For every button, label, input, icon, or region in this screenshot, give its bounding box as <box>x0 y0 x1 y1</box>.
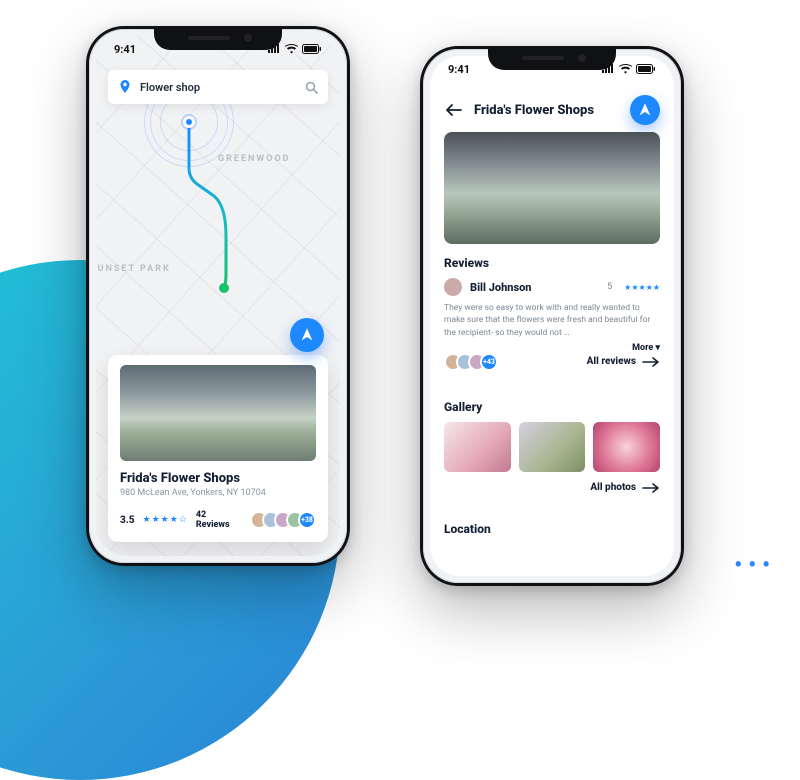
map-district-label: GREENWOOD <box>218 154 291 164</box>
place-card[interactable]: Frida's Flower Shops 980 McLean Ave, Yon… <box>108 355 328 542</box>
place-photo <box>120 365 316 461</box>
section-heading: Reviews <box>444 256 660 270</box>
carousel-indicator[interactable]: ••• <box>734 553 776 578</box>
place-title: Frida's Flower Shops <box>120 471 316 486</box>
star-rating-icon: ★★★★☆ <box>143 515 188 525</box>
avatar-more-badge[interactable]: +43 <box>480 353 498 371</box>
star-rating-icon: ★★★★★ <box>624 283 660 292</box>
gallery-section: Gallery All photos <box>444 400 660 493</box>
reviewer-avatars[interactable]: +43 <box>444 353 498 371</box>
reviews-section: Reviews Bill Johnson 5 ★★★★★ They were s… <box>444 256 660 371</box>
review-rating: 5 <box>607 282 612 292</box>
navigate-fab[interactable] <box>630 95 660 125</box>
search-bar[interactable] <box>108 70 328 104</box>
place-rating: 3.5 <box>120 515 135 526</box>
review-text: They were so easy to work with and reall… <box>444 302 660 339</box>
search-icon[interactable] <box>304 80 318 94</box>
all-reviews-link[interactable]: All reviews <box>587 356 660 367</box>
avatar <box>444 278 462 296</box>
destination-marker <box>219 283 229 293</box>
avatar-more-badge[interactable]: +38 <box>298 511 316 529</box>
location-section: Location <box>444 522 660 544</box>
back-button[interactable] <box>444 100 464 120</box>
all-photos-link[interactable]: All photos <box>590 482 660 493</box>
review-count[interactable]: 42 Reviews <box>196 510 238 530</box>
map-district-label: SUNSET PARK <box>96 264 171 274</box>
search-input[interactable] <box>140 81 296 94</box>
notch <box>488 46 616 70</box>
section-heading: Gallery <box>444 400 660 414</box>
navigate-fab[interactable] <box>290 318 324 352</box>
gallery-thumb[interactable] <box>519 422 586 472</box>
phone-detail: 9:41 Frida's Flower Shops Reviews Bill J… <box>420 46 684 586</box>
section-heading: Location <box>444 522 660 536</box>
phone-map: 9:41 GREENWOOD SUNSET PARK <box>86 26 350 566</box>
origin-marker <box>183 116 195 128</box>
status-time: 9:41 <box>448 63 470 76</box>
gallery-thumb[interactable] <box>593 422 660 472</box>
reviewer-name: Bill Johnson <box>470 281 599 294</box>
gallery-thumb[interactable] <box>444 422 511 472</box>
detail-header: Frida's Flower Shops <box>430 90 674 130</box>
hero-photo <box>444 132 660 244</box>
location-pin-icon <box>118 80 132 94</box>
more-button[interactable]: More ▾ <box>632 343 660 353</box>
status-time: 9:41 <box>114 43 136 56</box>
place-address: 980 McLean Ave, Yonkers, NY 10704 <box>120 488 316 498</box>
review-item[interactable]: Bill Johnson 5 ★★★★★ <box>444 278 660 296</box>
reviewer-avatars[interactable]: +38 <box>250 511 316 529</box>
notch <box>154 26 282 50</box>
page-title: Frida's Flower Shops <box>474 103 620 118</box>
